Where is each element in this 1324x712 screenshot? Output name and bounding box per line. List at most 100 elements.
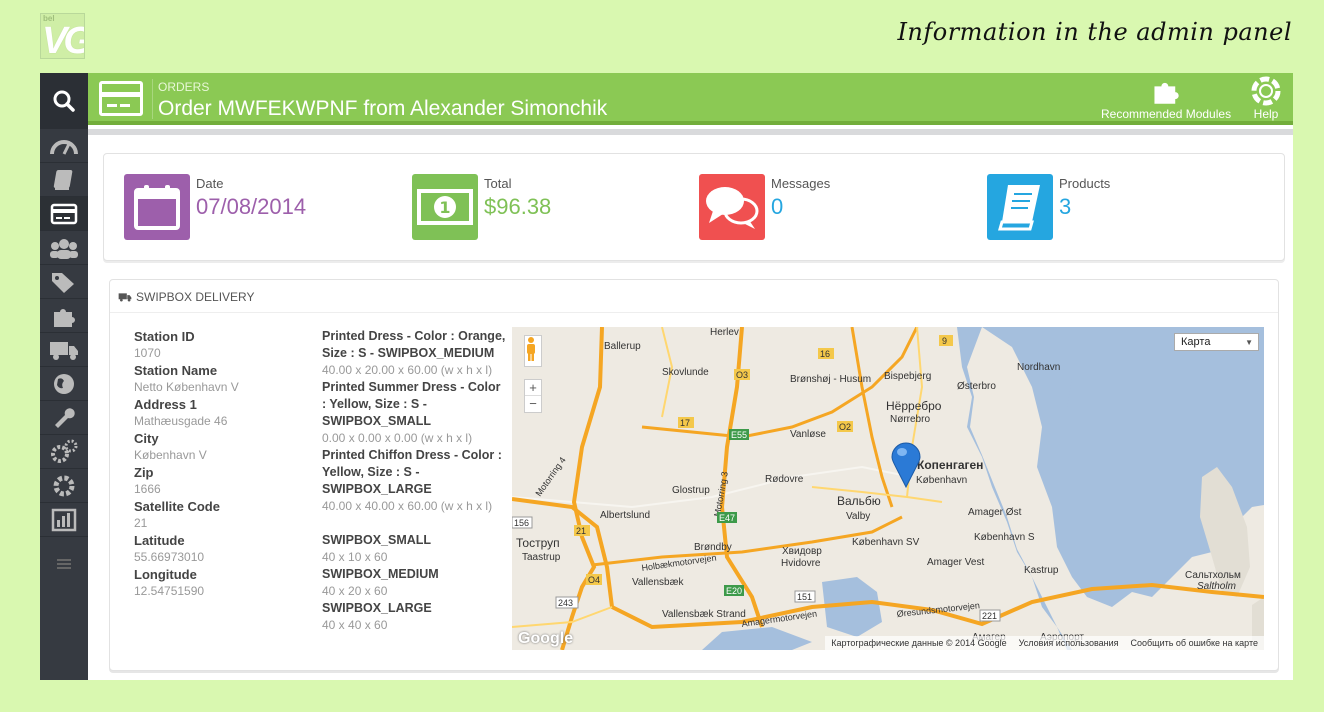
search-button[interactable] [40,73,88,129]
kpi-label: Messages [771,176,831,191]
money-icon: 1 [412,174,478,240]
map-attribution: Картографические данные © 2014 Google Ус… [825,636,1264,650]
field-label: Zip [134,465,154,480]
zoom-control: + − [524,379,542,413]
page-title: Order MWFEKWPNF from Alexander Simonchik [158,97,608,120]
station-details: Station ID 1070 Station Name Netto Køben… [134,328,304,600]
map-label: Brønshøj - Husum [790,374,871,385]
map-label: Skovlunde [662,367,709,378]
map-type-select[interactable]: Карта ▼ [1174,333,1259,351]
field-label: Address 1 [134,397,197,412]
recommended-modules-button[interactable]: Recommended Modules [1101,75,1231,121]
map-label: Saltholm [1197,581,1236,592]
vg-logo: bel VG [40,13,85,59]
map-canvas[interactable]: Herlev Ballerup Skovlunde Brønshøj - Hus… [512,327,1264,650]
sidebar-item-dashboard[interactable] [40,129,88,163]
product-list: Printed Dress - Color : Orange, Size : S… [322,328,506,634]
field-label: Station Name [134,363,218,378]
breadcrumb[interactable]: ORDERS [158,80,209,94]
sidebar-item-catalog[interactable] [40,163,88,197]
field-label: City [134,431,159,446]
kpi-value: 0 [771,194,784,219]
station-map[interactable]: Herlev Ballerup Skovlunde Brønshøj - Hus… [512,327,1264,650]
cogs-icon [51,439,78,463]
map-label: Нёрребро [886,399,942,413]
users-icon [50,238,78,259]
truck-icon [118,293,132,302]
road-code: O2 [839,422,851,432]
sidebar-item-administration[interactable] [40,469,88,503]
field-value: 55.66973010 [134,550,205,564]
product-name: Printed Dress - Color : Orange, Size : S… [322,329,506,360]
map-label: Østerbro [957,381,996,392]
kpi-date: Date 07/08/2014 [124,174,306,240]
field-value: København V [134,448,207,462]
map-label: Amager Vest [927,557,984,568]
map-label: Копенгаген [917,458,983,472]
road-code: 156 [514,518,529,528]
road-code: E20 [726,586,742,596]
sidebar-item-preferences[interactable] [40,401,88,435]
map-label: Хвидовр [782,546,822,557]
field-value: 12.54751590 [134,584,205,598]
box-dimensions: 40 x 40 x 60 [322,618,388,632]
map-label: Nordhavn [1017,362,1060,373]
sidebar-item-modules[interactable] [40,299,88,333]
chevron-down-icon: ▼ [1245,338,1253,347]
map-label: Herlev [710,327,739,338]
field-value: 1070 [134,346,161,360]
field-label: Satellite Code [134,499,220,514]
map-label: København S [974,532,1035,543]
box-dimensions: 40 x 10 x 60 [322,550,388,564]
field-value: Mathæusgade 46 [134,414,228,428]
kpi-value: $96.38 [484,194,552,219]
sidebar-item-advanced[interactable] [40,435,88,469]
zoom-in-button[interactable]: + [525,380,541,396]
google-logo[interactable]: Google [518,630,573,648]
road-code: O4 [588,575,600,585]
sidebar-item-price-rules[interactable] [40,265,88,299]
credit-card-icon [50,203,78,224]
lifebuoy-icon [1251,76,1281,106]
map-label: Vanløse [790,429,826,440]
map-label: Ballerup [604,341,641,352]
map-label: Nørrebro [890,414,930,425]
street-view-pegman-icon[interactable] [524,335,542,367]
map-label: Bispebjerg [884,371,931,382]
road-code: 151 [797,592,812,602]
map-label: Valby [846,511,870,522]
map-label: Сальтхольм [1185,570,1241,581]
road-code: 243 [558,598,573,608]
product-name: Printed Chiffon Dress - Color : Yellow, … [322,448,502,496]
help-label: Help [1253,107,1279,121]
order-summary-panel: Date 07/08/2014 1 Total $96.38 Messages … [103,153,1285,261]
map-label: Brøndby [694,542,732,553]
svg-text:1: 1 [439,198,450,217]
map-label: Glostrup [672,485,710,496]
field-value: Netto København V [134,380,239,394]
road-code: E55 [731,430,747,440]
field-label: Longitude [134,567,197,582]
road-code: 221 [982,611,997,621]
sidebar-item-stats[interactable] [40,503,88,537]
field-value: 21 [134,516,148,530]
box-name: SWIPBOX_LARGE [322,601,432,615]
field-label: Latitude [134,533,185,548]
chat-icon [699,174,765,240]
sidebar-item-shipping[interactable] [40,333,88,367]
sidebar-item-orders[interactable] [40,197,88,231]
report-error-link[interactable]: Сообщить об ошибке на карте [1131,636,1258,650]
collapse-menu-button[interactable] [40,557,88,575]
map-label: Albertslund [600,510,650,521]
calendar-icon [124,174,190,240]
zoom-out-button[interactable]: − [529,396,537,411]
field-value: 1666 [134,482,161,496]
sidebar-item-customers[interactable] [40,231,88,265]
help-button[interactable]: Help [1251,75,1281,121]
kpi-label: Total [484,176,512,191]
road-code: O3 [736,370,748,380]
sidebar-item-localization[interactable] [40,367,88,401]
panel-heading: SWIPBOX DELIVERY [118,290,254,304]
dashboard-icon [50,139,78,155]
terms-link[interactable]: Условия использования [1019,636,1119,650]
